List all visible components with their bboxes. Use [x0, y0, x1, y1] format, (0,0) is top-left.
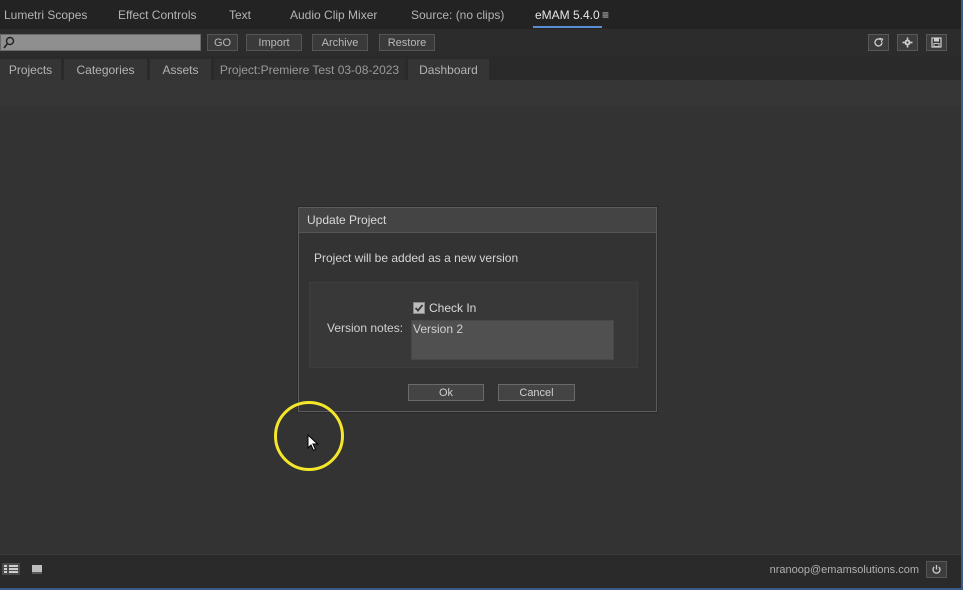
tab-projects[interactable]: Projects [0, 59, 61, 80]
tab-project-premiere-test[interactable]: Project:Premiere Test 03-08-2023 [214, 59, 405, 80]
search-input[interactable] [15, 35, 199, 50]
tab-audio-clip-mixer[interactable]: Audio Clip Mixer [290, 8, 377, 22]
update-project-dialog: Update Project Project will be added as … [298, 207, 657, 412]
tab-emam[interactable]: eMAM 5.4.0 [533, 8, 602, 28]
check-in-checkbox[interactable] [413, 302, 425, 314]
refresh-icon [874, 37, 884, 47]
thumbnail-view-icon [32, 565, 42, 574]
gear-icon [902, 37, 913, 48]
app-window: Lumetri Scopes Effect Controls Text Audi… [0, 0, 963, 590]
dialog-form-panel: Check In Version notes: Version 2 [309, 282, 638, 368]
version-notes-input[interactable]: Version 2 [411, 320, 614, 360]
version-notes-label: Version notes: [327, 321, 404, 335]
save-button[interactable] [926, 34, 947, 51]
user-email: nranoop@emamsolutions.com [769, 564, 919, 576]
tab-source[interactable]: Source: (no clips) [411, 8, 504, 22]
save-icon [931, 37, 942, 48]
tab-dashboard[interactable]: Dashboard [408, 59, 489, 80]
tab-assets[interactable]: Assets [150, 59, 211, 80]
tab-categories[interactable]: Categories [64, 59, 147, 80]
dialog-title: Update Project [299, 208, 656, 233]
dialog-message: Project will be added as a new version [314, 251, 519, 265]
panel-menu-icon[interactable]: ≡ [602, 8, 609, 22]
search-box [0, 34, 201, 51]
search-icon [3, 36, 15, 49]
cancel-button[interactable]: Cancel [498, 384, 575, 401]
mouse-pointer-icon [307, 434, 319, 452]
refresh-button[interactable] [868, 34, 889, 51]
settings-button[interactable] [897, 34, 918, 51]
power-icon [932, 565, 941, 574]
go-button[interactable]: GO [207, 34, 238, 51]
tab-lumetri-scopes[interactable]: Lumetri Scopes [4, 8, 87, 22]
restore-button[interactable]: Restore [379, 34, 435, 51]
checkmark-icon [414, 304, 424, 312]
thumbnail-view-button[interactable] [27, 561, 47, 577]
list-view-icon [2, 563, 20, 575]
content-header-strip [0, 80, 961, 106]
archive-button[interactable]: Archive [312, 34, 368, 51]
import-button[interactable]: Import [246, 34, 302, 51]
list-view-button[interactable] [1, 561, 21, 577]
emam-tab-bar: Projects Categories Assets Project:Premi… [0, 56, 961, 80]
tab-effect-controls[interactable]: Effect Controls [118, 8, 196, 22]
tab-text[interactable]: Text [229, 8, 251, 22]
panel-tab-bar: Lumetri Scopes Effect Controls Text Audi… [0, 0, 961, 29]
check-in-label: Check In [429, 301, 477, 315]
toolbar: GO Import Archive Restore [0, 29, 961, 56]
status-bar: nranoop@emamsolutions.com [0, 554, 961, 588]
logout-button[interactable] [926, 561, 947, 578]
ok-button[interactable]: Ok [408, 384, 484, 401]
